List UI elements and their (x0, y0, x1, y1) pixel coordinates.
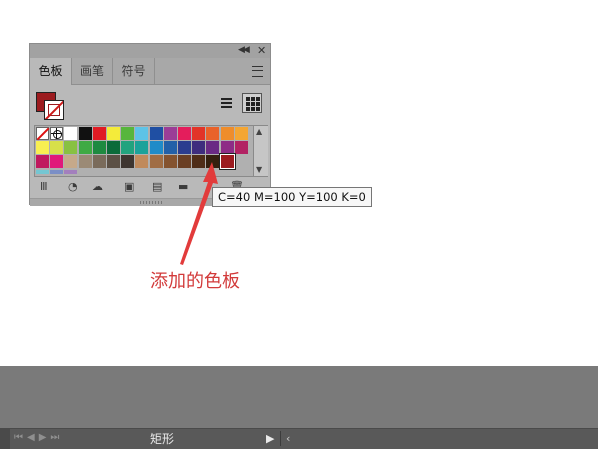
add-to-library-icon[interactable]: ◔ (68, 180, 78, 194)
swatch-registration[interactable] (50, 127, 64, 140)
color-swatch[interactable] (178, 127, 191, 140)
color-swatch[interactable] (220, 141, 234, 155)
color-swatch[interactable] (178, 141, 191, 155)
color-swatch[interactable] (192, 127, 206, 140)
color-swatch[interactable] (36, 169, 49, 174)
last-artboard-icon[interactable]: ⏭ (50, 432, 59, 443)
color-swatch[interactable] (50, 155, 64, 169)
color-swatch[interactable] (163, 141, 177, 155)
color-swatch[interactable] (78, 141, 92, 155)
close-icon[interactable]: ✕ (257, 44, 266, 57)
color-swatch[interactable] (50, 169, 64, 174)
color-swatch[interactable] (121, 155, 135, 169)
color-swatch[interactable] (78, 155, 92, 169)
color-swatch[interactable] (135, 155, 149, 169)
color-swatch[interactable] (149, 141, 163, 155)
color-swatch[interactable] (121, 127, 135, 140)
swatch-library-icon[interactable]: Ⅲ (40, 180, 48, 194)
swatch-list: ▲ ▼ (34, 125, 268, 177)
color-swatch[interactable] (92, 155, 106, 169)
collapse-icon[interactable]: ◀◀ (238, 45, 250, 55)
panel-tabs: 色板 画笔 符号 (30, 58, 270, 85)
color-swatch[interactable] (64, 127, 78, 140)
color-swatch[interactable] (92, 141, 106, 155)
color-swatch[interactable] (135, 127, 149, 140)
scroll-up-icon[interactable]: ▲ (256, 127, 262, 136)
swatch-none[interactable] (36, 127, 50, 141)
status-corner (0, 429, 10, 449)
show-swatch-kinds-icon[interactable]: ▣ (124, 180, 134, 194)
first-artboard-icon[interactable]: ⏮ (14, 432, 23, 443)
artboard-nav: ⏮ ◀ ▶ ⏭ (14, 432, 59, 443)
color-swatch[interactable] (234, 141, 248, 155)
color-swatch[interactable] (206, 141, 220, 155)
color-swatch[interactable] (64, 155, 78, 169)
status-tool-label: 矩形 (150, 432, 175, 446)
panel-menu-icon[interactable] (252, 66, 263, 77)
color-swatch[interactable] (234, 127, 248, 140)
color-swatch[interactable] (206, 127, 220, 140)
list-view-button[interactable] (216, 93, 236, 113)
tab-symbols[interactable]: 符号 (113, 58, 155, 84)
color-swatch[interactable] (92, 127, 106, 140)
swatches-panel: ◀◀ ✕ 色板 画笔 符号 ▲ ▼ Ⅲ ◔ ☁ ▣ ▤ ▬ 🗑 (29, 43, 271, 206)
color-swatch[interactable] (149, 127, 163, 140)
status-divider (280, 431, 281, 446)
grid-view-button[interactable] (242, 93, 262, 113)
color-swatch[interactable] (163, 127, 177, 140)
color-swatch[interactable] (78, 127, 92, 140)
swatch-options-icon[interactable]: ▤ (152, 180, 162, 194)
cloud-library-icon[interactable]: ☁ (92, 180, 103, 194)
color-swatch[interactable] (107, 141, 120, 155)
panel-titlebar[interactable]: ◀◀ ✕ (30, 44, 270, 58)
swatch-scrollbar[interactable]: ▲ ▼ (253, 126, 268, 176)
scroll-left-icon[interactable]: ‹ (286, 432, 290, 445)
color-swatch[interactable] (36, 155, 49, 169)
color-swatch[interactable] (121, 141, 135, 155)
status-bar: ⏮ ◀ ▶ ⏭ 矩形 ▶ ‹ (0, 428, 598, 449)
added-swatch-annotation: 添加的色板 (150, 271, 240, 292)
color-swatch[interactable] (220, 127, 234, 140)
color-swatch[interactable] (192, 141, 206, 155)
scroll-down-icon[interactable]: ▼ (256, 165, 262, 174)
prev-artboard-icon[interactable]: ◀ (27, 432, 35, 443)
stroke-color-swatch[interactable] (44, 100, 64, 120)
tab-brushes[interactable]: 画笔 (72, 58, 113, 84)
arrow-annotation (180, 162, 218, 265)
color-swatch[interactable] (50, 141, 64, 155)
color-swatch[interactable] (135, 141, 149, 155)
color-swatch[interactable] (107, 155, 120, 169)
color-swatch[interactable] (64, 169, 78, 174)
color-swatch[interactable] (36, 141, 49, 155)
status-menu-icon[interactable]: ▶ (266, 432, 274, 445)
swatch-tooltip: C=40 M=100 Y=100 K=0 (212, 187, 372, 207)
tab-swatches[interactable]: 色板 (30, 58, 72, 85)
color-swatch[interactable] (107, 127, 120, 140)
color-swatch[interactable] (64, 141, 78, 155)
color-swatch[interactable] (149, 155, 163, 169)
next-artboard-icon[interactable]: ▶ (39, 432, 47, 443)
